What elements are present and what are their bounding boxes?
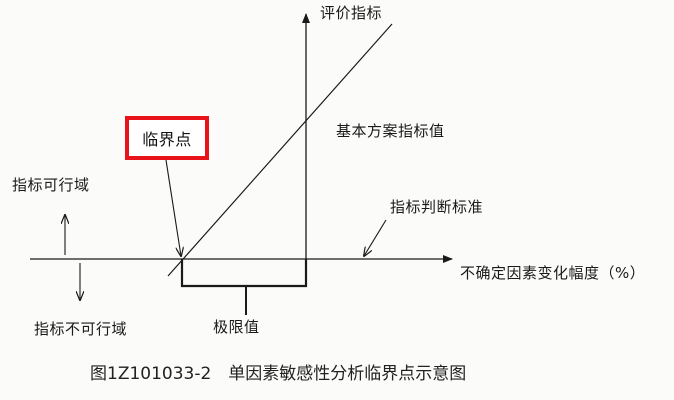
critical-point-pointer [165, 159, 181, 256]
base-value-label: 基本方案指标值 [336, 122, 445, 140]
sensitivity-diagram: 评价指标 基本方案指标值 指标判断标准 不确定因素变化幅度（%） 临界点 指标可… [0, 0, 674, 400]
criterion-pointer [364, 219, 387, 256]
feasible-region-label: 指标可行域 [12, 176, 90, 194]
figure-caption: 图1Z101033-2 单因素敏感性分析临界点示意图 [90, 364, 467, 384]
criterion-label: 指标判断标准 [390, 198, 484, 216]
limit-bracket [180, 259, 308, 288]
y-axis-label: 评价指标 [320, 4, 383, 22]
limit-value-label: 极限值 [213, 318, 260, 336]
infeasible-region-label: 指标不可行域 [34, 320, 128, 338]
critical-point-label: 临界点 [142, 130, 192, 149]
x-axis-label: 不确定因素变化幅度（%） [460, 264, 646, 282]
critical-point-highlight: 临界点 [125, 116, 209, 160]
diagram-canvas [30, 13, 453, 315]
